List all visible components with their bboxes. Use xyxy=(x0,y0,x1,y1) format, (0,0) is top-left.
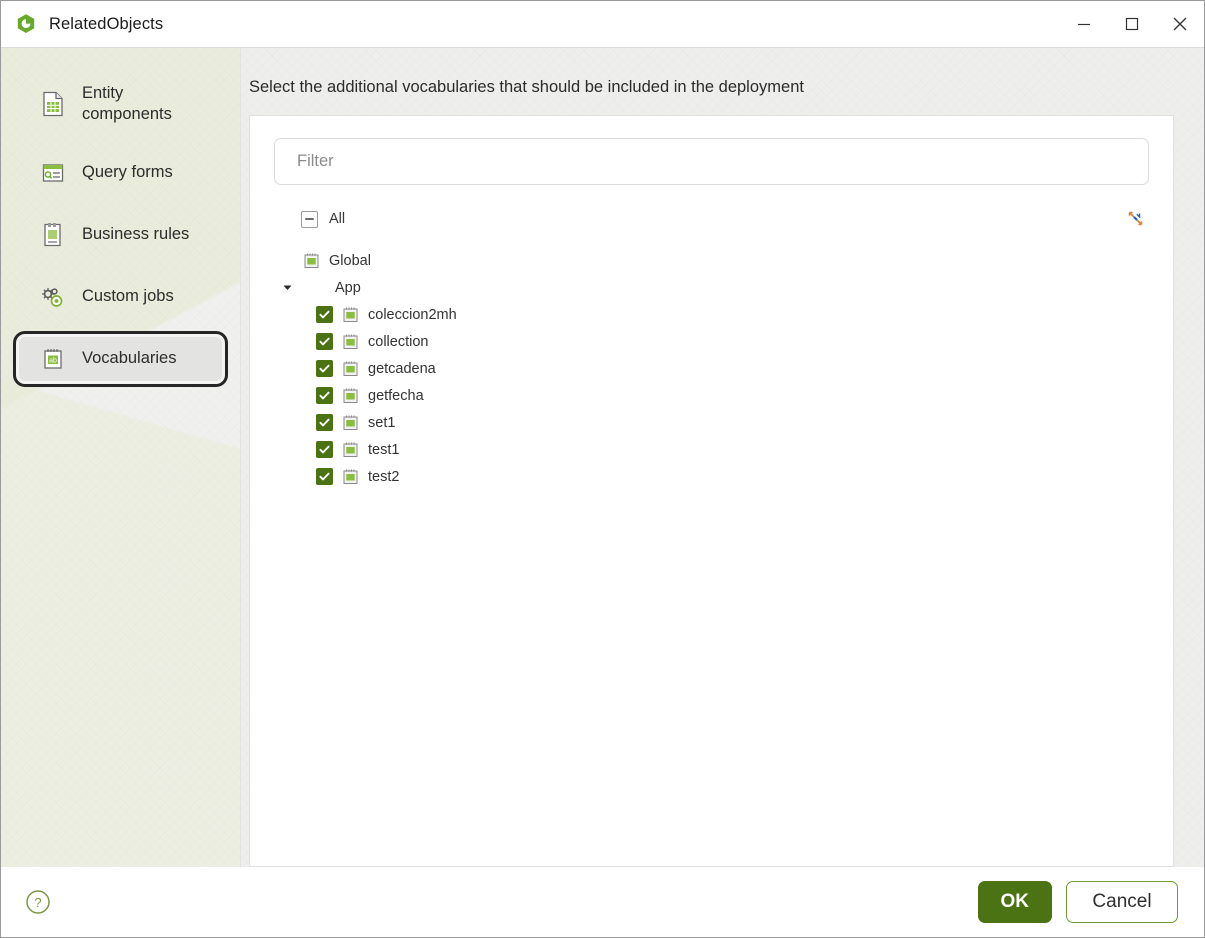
sidebar-item-label: Custom jobs xyxy=(82,287,174,306)
sidebar-item-label: Business rules xyxy=(82,225,190,244)
window-title: RelatedObjects xyxy=(49,14,164,33)
select-all-row: All xyxy=(274,207,1149,231)
dialog-body: Entity components Query forms Business r… xyxy=(1,47,1204,867)
query-forms-icon xyxy=(40,161,66,185)
tree-node-checkbox[interactable] xyxy=(316,468,333,485)
sidebar-nav-list: Entity components Query forms Business r… xyxy=(1,48,240,387)
vocabulary-icon xyxy=(342,441,359,458)
vocabulary-icon xyxy=(342,414,359,431)
vocabulary-icon xyxy=(342,306,359,323)
tree-node-label: getcadena xyxy=(368,360,436,377)
vocabulary-tree: Global App coleccion2mh collection getca… xyxy=(274,247,1149,490)
tree-row[interactable]: getcadena xyxy=(274,355,1149,382)
custom-jobs-gear-icon xyxy=(40,285,66,309)
cancel-button[interactable]: Cancel xyxy=(1066,881,1178,923)
tree-row[interactable]: coleccion2mh xyxy=(274,301,1149,328)
sidebar-item-query-forms[interactable]: Query forms xyxy=(13,145,228,201)
sidebar: Entity components Query forms Business r… xyxy=(1,48,241,867)
tree-row[interactable]: test1 xyxy=(274,436,1149,463)
tree-node-checkbox[interactable] xyxy=(316,414,333,431)
footer-actions: OK Cancel xyxy=(977,881,1178,923)
sidebar-item-vocabularies[interactable]: ab Vocabularies xyxy=(13,330,228,387)
help-circle-icon[interactable]: ? xyxy=(23,887,53,917)
sidebar-item-business-rules[interactable]: Business rules xyxy=(13,207,228,263)
related-objects-dialog: RelatedObjects Entity components Query f… xyxy=(0,0,1205,938)
tree-node-label: set1 xyxy=(368,414,396,431)
tree-row[interactable]: Global xyxy=(274,247,1149,274)
tree-node-label: App xyxy=(335,279,361,296)
title-bar: RelatedObjects xyxy=(1,1,1204,47)
select-all-label: All xyxy=(329,211,346,227)
chevron-down-icon[interactable] xyxy=(280,282,294,293)
select-all-checkbox[interactable] xyxy=(301,210,318,228)
vocabulary-icon xyxy=(342,387,359,404)
svg-text:ab: ab xyxy=(49,357,57,364)
close-icon[interactable] xyxy=(1156,1,1204,47)
tree-row[interactable]: set1 xyxy=(274,409,1149,436)
sidebar-item-label: Query forms xyxy=(82,163,173,182)
dialog-footer: ? OK Cancel xyxy=(1,867,1204,937)
tree-node-label: test2 xyxy=(368,468,400,485)
tree-node-label: Global xyxy=(329,252,371,269)
vocabulary-icon xyxy=(342,468,359,485)
vocabularies-panel: All xyxy=(249,115,1174,867)
tree-row[interactable]: getfecha xyxy=(274,382,1149,409)
hexagon-clock-icon xyxy=(15,13,37,35)
tree-node-checkbox[interactable] xyxy=(316,333,333,350)
ok-button[interactable]: OK xyxy=(977,881,1052,923)
instruction-text: Select the additional vocabularies that … xyxy=(249,78,804,96)
tree-node-checkbox[interactable] xyxy=(316,387,333,404)
vocabulary-icon xyxy=(342,360,359,377)
sidebar-item-custom-jobs[interactable]: Custom jobs xyxy=(13,269,228,325)
content-area: Select the additional vocabularies that … xyxy=(241,48,1204,867)
svg-text:?: ? xyxy=(34,895,41,910)
window-controls xyxy=(1060,1,1204,47)
sidebar-item-label: Vocabularies xyxy=(82,349,177,368)
vocabulary-icon xyxy=(303,252,320,269)
minimize-icon[interactable] xyxy=(1060,1,1108,47)
tree-node-label: coleccion2mh xyxy=(368,306,457,323)
filter-input[interactable] xyxy=(274,138,1149,185)
tree-node-checkbox[interactable] xyxy=(316,360,333,377)
business-rules-icon xyxy=(40,222,66,248)
tree-node-checkbox[interactable] xyxy=(316,306,333,323)
tree-node-checkbox[interactable] xyxy=(316,441,333,458)
tree-row[interactable]: collection xyxy=(274,328,1149,355)
entity-components-icon xyxy=(40,91,66,117)
tree-node-label: collection xyxy=(368,333,429,350)
vocabulary-icon xyxy=(342,333,359,350)
title-bar-left: RelatedObjects xyxy=(1,13,163,35)
vocabularies-icon: ab xyxy=(40,347,66,371)
sidebar-item-entity-components[interactable]: Entity components xyxy=(13,70,228,139)
tree-row[interactable]: test2 xyxy=(274,463,1149,490)
tree-node-label: test1 xyxy=(368,441,400,458)
collapse-all-icon[interactable] xyxy=(1123,207,1147,229)
maximize-icon[interactable] xyxy=(1108,1,1156,47)
sidebar-item-label: Entity components xyxy=(82,84,172,124)
tree-node-label: getfecha xyxy=(368,387,424,404)
tree-row[interactable]: App xyxy=(274,274,1149,301)
